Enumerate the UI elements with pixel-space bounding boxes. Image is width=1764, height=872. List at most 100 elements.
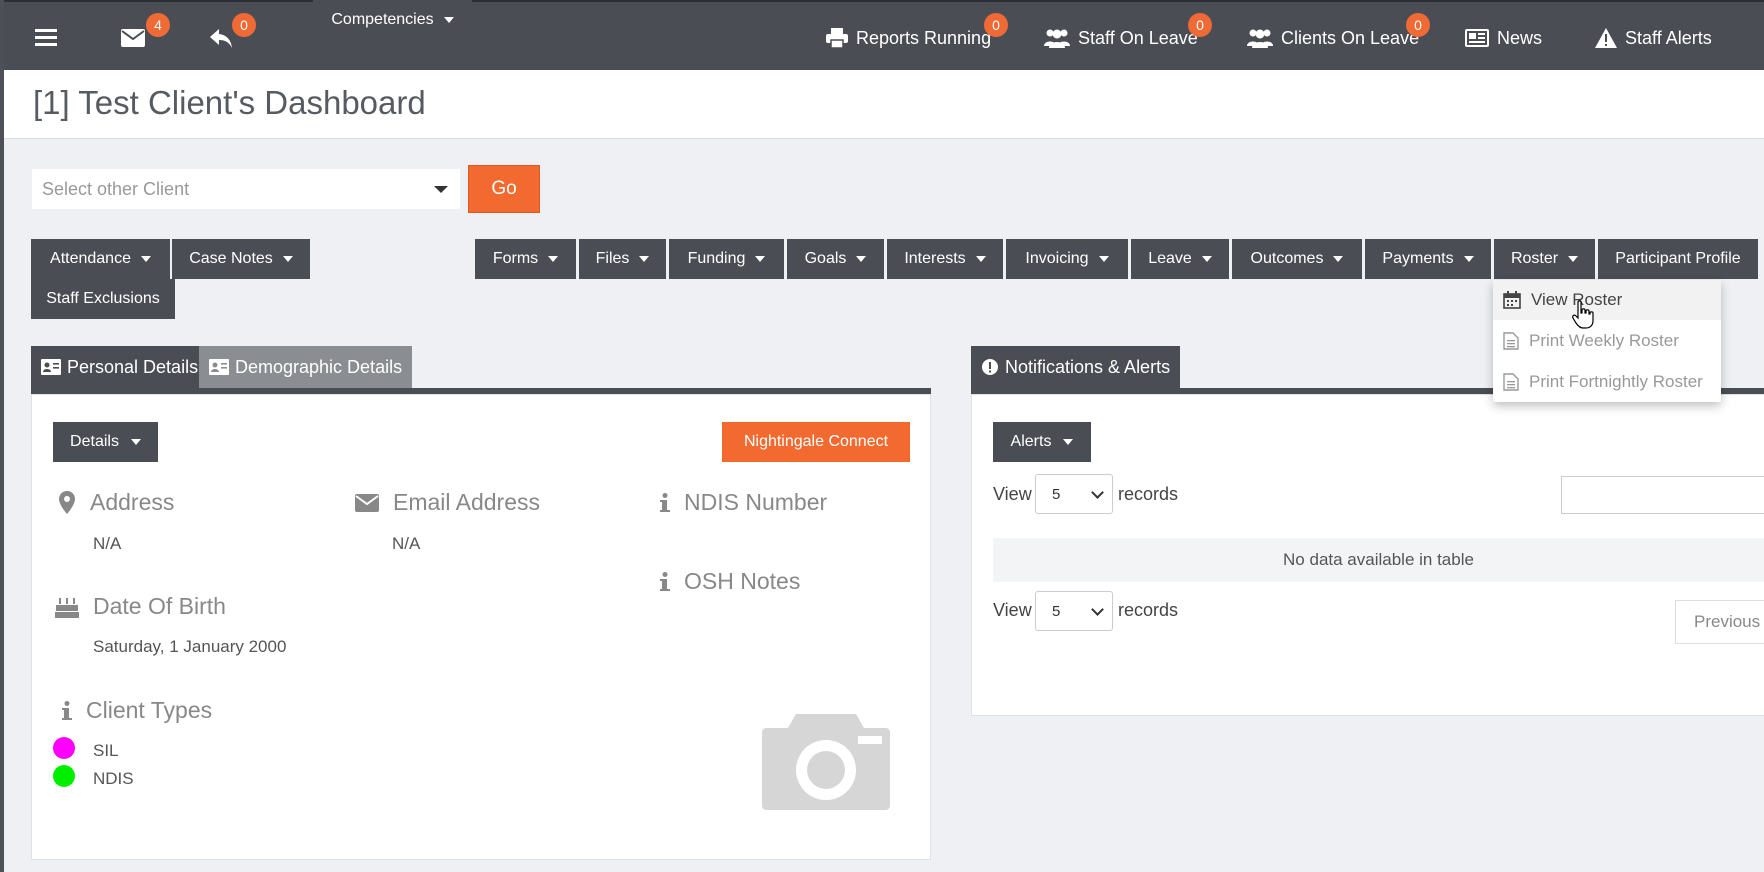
caret-down-icon <box>1098 256 1109 262</box>
records-label: records <box>1118 600 1179 620</box>
menu-participant-profile[interactable]: Participant Profile <box>1598 239 1758 279</box>
address-value: N/A <box>93 534 122 553</box>
client-type-ndis-dot <box>53 765 75 787</box>
menu-funding[interactable]: Funding <box>669 239 784 279</box>
address-field: Address <box>58 489 174 516</box>
menu-files[interactable]: Files <box>579 239 666 279</box>
caret-down-icon <box>755 256 766 262</box>
client-types-label: Client Types <box>86 697 213 723</box>
tab-demographic-details[interactable]: Demographic Details <box>199 346 413 388</box>
info-icon <box>660 571 670 591</box>
dob-label: Date Of Birth <box>93 593 226 619</box>
details-label: Details <box>70 433 119 450</box>
print-weekly-roster-item[interactable]: Print Weekly Roster <box>1493 321 1721 361</box>
caret-down-icon <box>443 17 454 23</box>
address-label: Address <box>90 489 175 515</box>
newspaper-icon <box>1465 29 1489 47</box>
reply-badge: 0 <box>232 13 256 37</box>
caret-down-icon <box>282 256 293 262</box>
hand-pointer-icon <box>1572 300 1594 329</box>
menu-label: Interests <box>904 250 966 267</box>
reports-running-link[interactable]: Reports Running <box>826 22 991 54</box>
menu-staff-exclusions[interactable]: Staff Exclusions <box>31 279 175 319</box>
go-button[interactable]: Go <box>468 165 540 213</box>
clients-on-leave-link[interactable]: Clients On Leave <box>1247 22 1419 54</box>
client-type-sil-dot <box>53 737 75 759</box>
print-fortnightly-roster-item[interactable]: Print Fortnightly Roster <box>1493 362 1721 402</box>
page-size-select-bottom[interactable]: 5 <box>1035 591 1113 631</box>
camera-icon <box>762 714 890 810</box>
menu-goals[interactable]: Goals <box>787 239 884 279</box>
nightingale-connect-button[interactable]: Nightingale Connect <box>722 422 910 462</box>
menu-interests[interactable]: Interests <box>887 239 1003 279</box>
menu-label: Staff Exclusions <box>46 290 160 307</box>
caret-down-icon <box>1333 256 1344 262</box>
osh-notes-field: OSH Notes <box>660 568 800 595</box>
calendar-icon <box>1503 291 1521 309</box>
osh-notes-label: OSH Notes <box>684 568 801 594</box>
id-card-icon <box>41 359 61 375</box>
previous-page-button[interactable]: Previous <box>1675 600 1764 644</box>
menu-label: Roster <box>1510 250 1559 267</box>
date-of-birth-field: Date Of Birth <box>55 593 226 620</box>
exclamation-circle-icon <box>982 359 998 375</box>
empty-table-row: No data available in table <box>993 538 1764 582</box>
clients-on-leave-label: Clients On Leave <box>1281 27 1420 48</box>
clients-leave-badge: 0 <box>1406 13 1430 37</box>
tab-personal-details[interactable]: Personal Details <box>31 346 209 388</box>
menu-roster[interactable]: Roster <box>1494 239 1595 279</box>
news-link[interactable]: News <box>1465 22 1542 54</box>
id-card-icon <box>209 359 229 375</box>
menu-label: Forms <box>492 250 539 267</box>
email-label: Email Address <box>393 489 541 515</box>
records-label: records <box>1118 484 1179 504</box>
tab-notifications-alerts[interactable]: Notifications & Alerts <box>971 346 1181 388</box>
menu-outcomes[interactable]: Outcomes <box>1232 239 1362 279</box>
chevron-down-icon <box>1091 603 1104 616</box>
caret-down-icon <box>856 256 867 262</box>
menu-attendance[interactable]: Attendance <box>31 239 170 279</box>
caret-down-icon <box>1568 256 1579 262</box>
email-value: N/A <box>392 534 421 553</box>
left-edge <box>0 0 4 872</box>
search-input[interactable] <box>1561 476 1764 514</box>
alerts-dropdown-button[interactable]: Alerts <box>993 422 1091 462</box>
menu-forms[interactable]: Forms <box>475 239 576 279</box>
tab-personal-details-label: Personal Details <box>67 356 199 377</box>
mail-badge: 4 <box>146 13 170 37</box>
menu-leave[interactable]: Leave <box>1131 239 1229 279</box>
page-header: [1] Test Client's Dashboard <box>4 70 1764 139</box>
reports-running-label: Reports Running <box>856 27 992 48</box>
client-types-field: Client Types <box>62 697 212 724</box>
menu-label: Invoicing <box>1025 250 1089 267</box>
menu-label: Payments <box>1382 250 1454 267</box>
mail-icon[interactable] <box>118 24 148 52</box>
staff-leave-badge: 0 <box>1188 13 1212 37</box>
empty-table-text: No data available in table <box>1283 550 1474 569</box>
chevron-down-icon <box>1091 486 1104 499</box>
menu-case-notes[interactable]: Case Notes <box>172 239 310 279</box>
hamburger-menu-icon[interactable] <box>32 24 60 52</box>
details-dropdown-button[interactable]: Details <box>53 422 158 462</box>
menu-payments[interactable]: Payments <box>1365 239 1491 279</box>
document-icon <box>1503 332 1519 350</box>
staff-on-leave-link[interactable]: Staff On Leave <box>1044 22 1198 54</box>
view-roster-item[interactable]: View Roster <box>1493 280 1721 320</box>
caret-down-icon <box>130 439 141 445</box>
page-size-select-top[interactable]: 5 <box>1035 474 1113 514</box>
info-icon <box>660 492 670 512</box>
staff-on-leave-label: Staff On Leave <box>1078 27 1198 48</box>
staff-alerts-link[interactable]: Staff Alerts <box>1595 22 1712 54</box>
tab-demographic-details-label: Demographic Details <box>235 356 403 377</box>
reports-badge: 0 <box>984 13 1008 37</box>
dob-value: Saturday, 1 January 2000 <box>93 637 287 656</box>
menu-label: Case Notes <box>189 250 273 267</box>
view-label: View <box>993 600 1032 620</box>
menu-label: Goals <box>804 250 847 267</box>
menu-competencies[interactable]: Competencies <box>313 0 472 40</box>
caret-down-icon <box>548 256 559 262</box>
client-select[interactable]: Select other Client <box>32 169 460 209</box>
caret-down-icon <box>1063 439 1074 445</box>
menu-label: Outcomes <box>1250 250 1324 267</box>
menu-invoicing[interactable]: Invoicing <box>1006 239 1128 279</box>
